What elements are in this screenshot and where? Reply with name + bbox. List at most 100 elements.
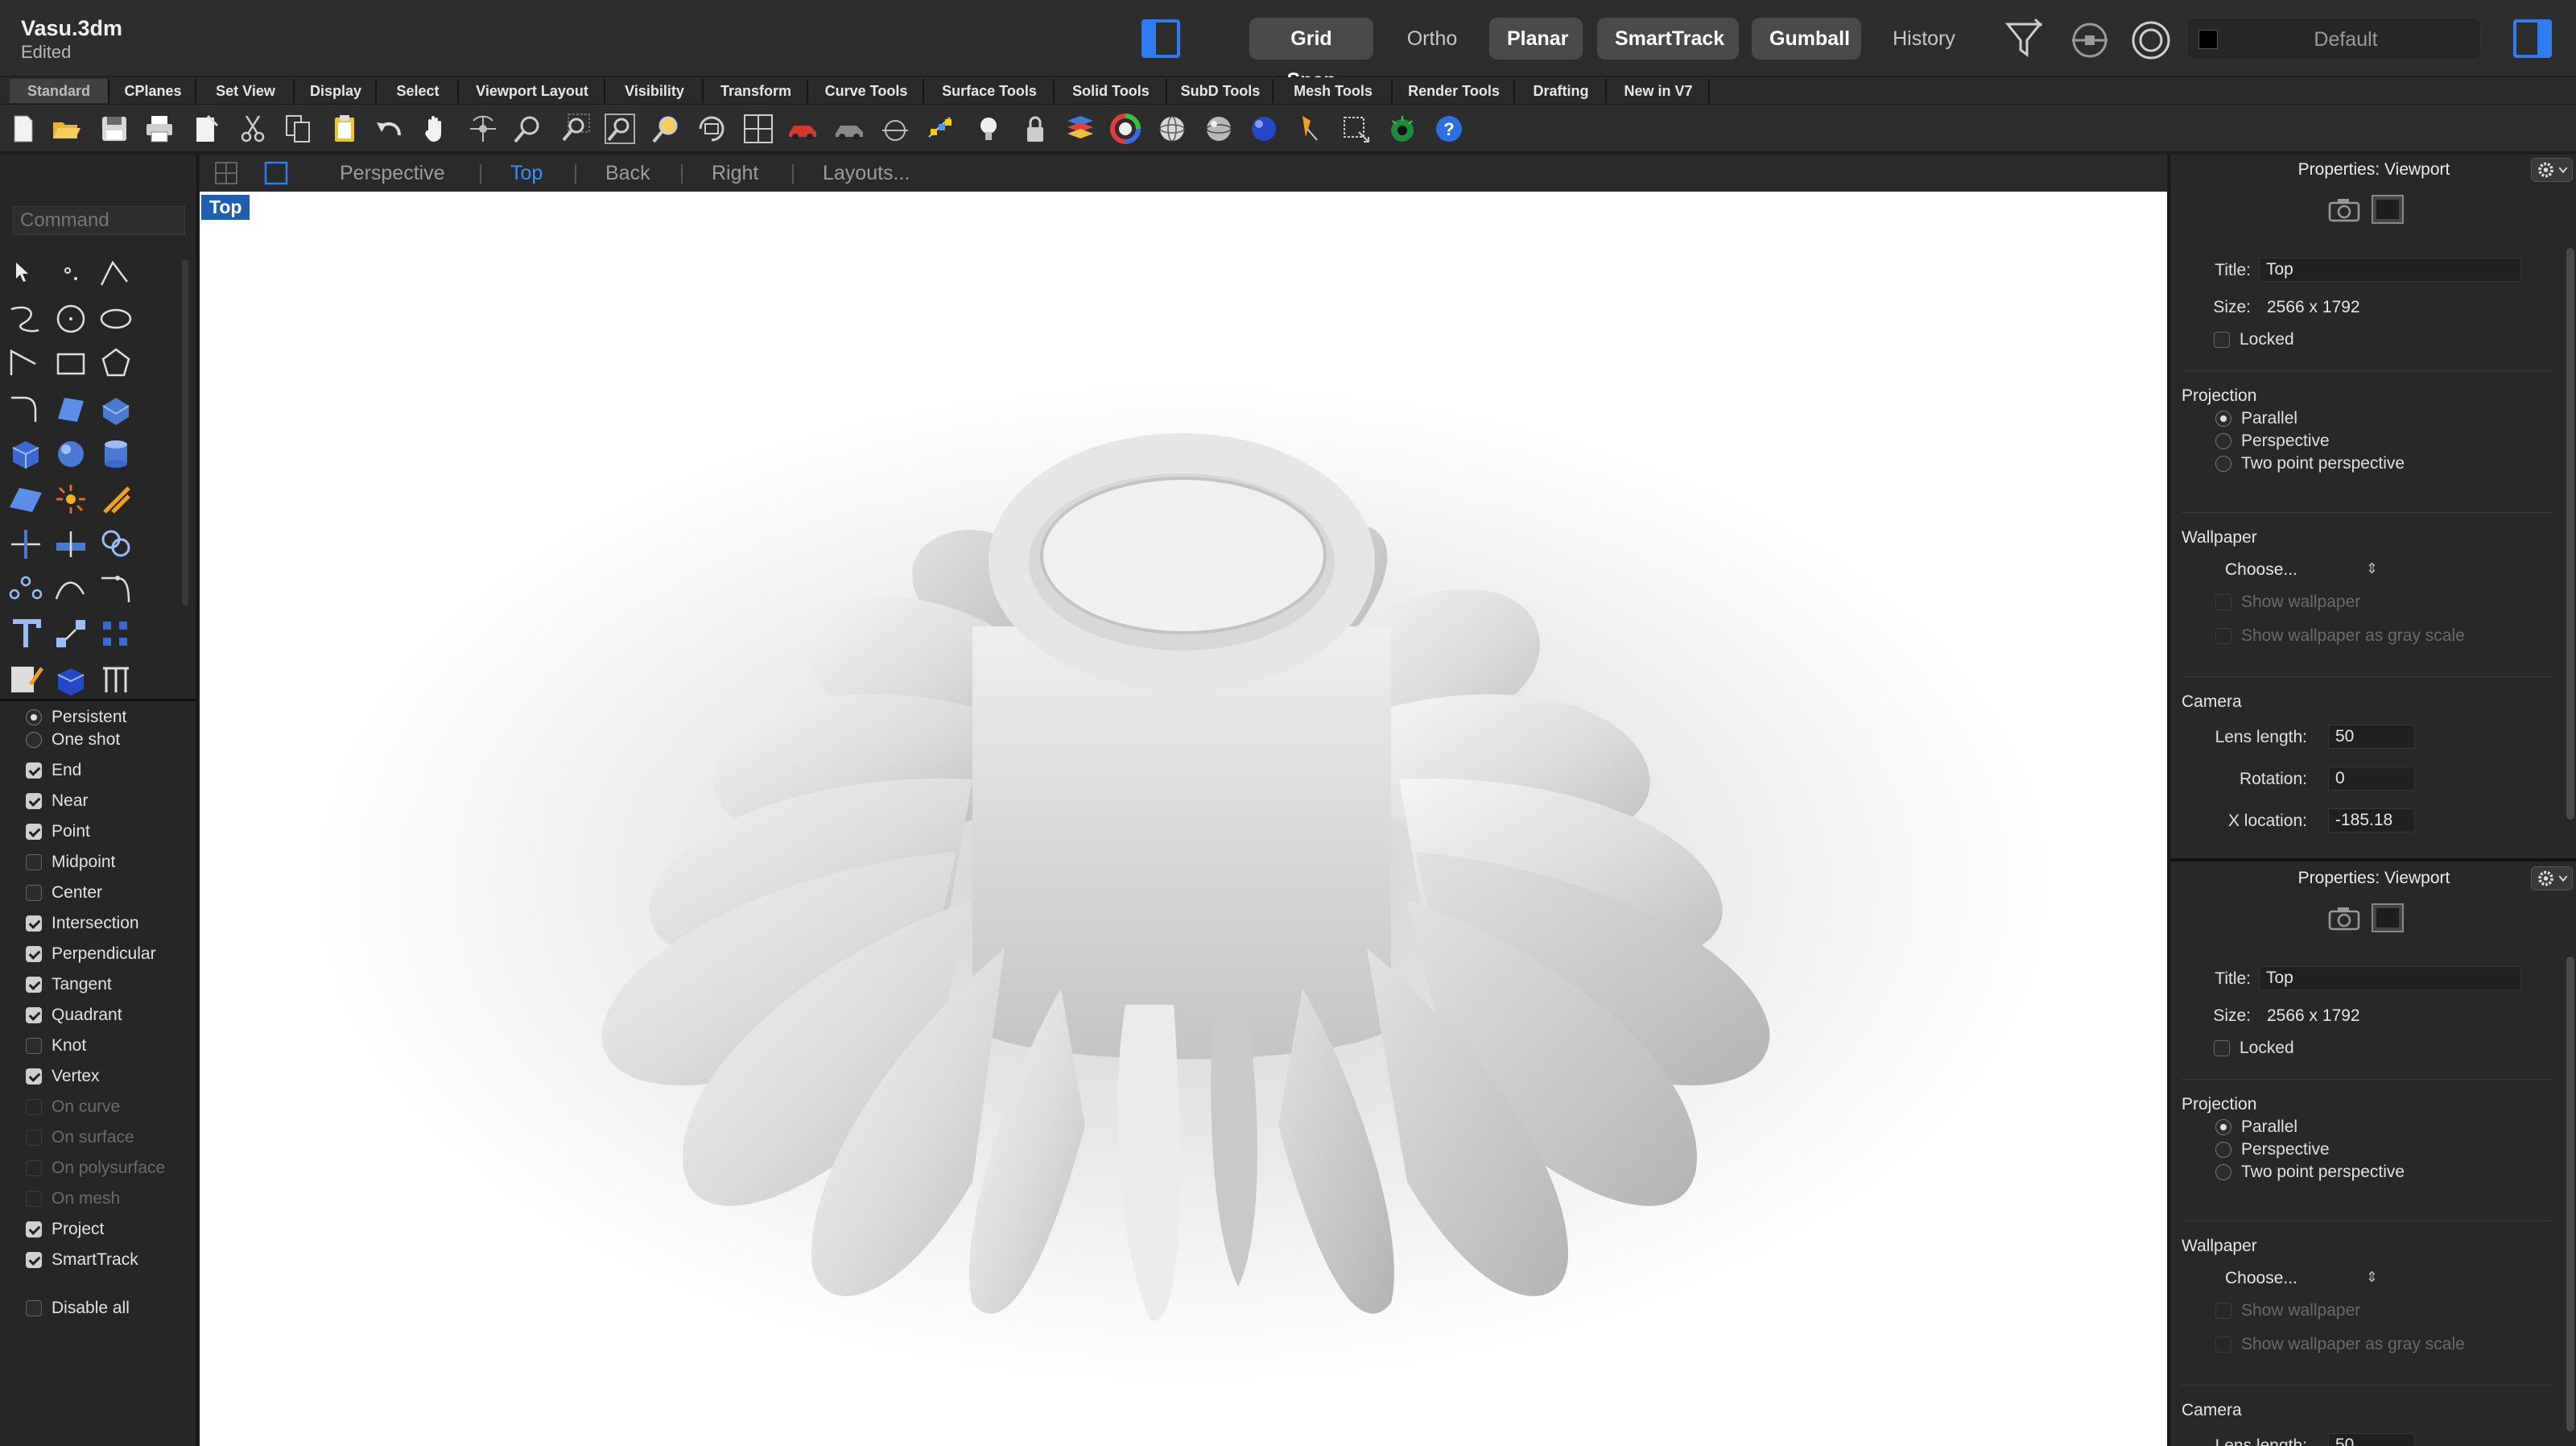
four-viewport-icon[interactable] bbox=[214, 161, 238, 185]
osnap-option-smarttrack[interactable]: SmartTrack bbox=[26, 1246, 138, 1274]
projection-two-point-option[interactable]: Two point perspective bbox=[2215, 1163, 2405, 1182]
tab-render-tools[interactable]: Render Tools bbox=[1394, 79, 1515, 103]
gear-icon[interactable] bbox=[2531, 866, 2573, 890]
control-points-icon[interactable] bbox=[6, 570, 45, 609]
block-icon[interactable] bbox=[52, 660, 90, 699]
transform-icon[interactable] bbox=[52, 615, 90, 654]
circle-icon[interactable] bbox=[52, 300, 90, 338]
osnap-checkbox[interactable] bbox=[26, 762, 42, 779]
polygon-icon[interactable] bbox=[97, 345, 135, 383]
title-field[interactable]: Top bbox=[2259, 258, 2521, 282]
palette-scrollbar[interactable] bbox=[182, 259, 188, 605]
new-icon[interactable] bbox=[6, 113, 39, 145]
paste-doc-icon[interactable] bbox=[190, 113, 222, 145]
tab-select[interactable]: Select bbox=[378, 79, 459, 103]
viewport-tab-perspective[interactable]: Perspective bbox=[340, 155, 445, 192]
sphere-shaded-icon[interactable] bbox=[1203, 113, 1235, 145]
tab-surface-tools[interactable]: Surface Tools bbox=[926, 79, 1055, 103]
tab-drafting[interactable]: Drafting bbox=[1517, 79, 1607, 103]
car-icon[interactable] bbox=[787, 113, 819, 145]
one-shot-radio[interactable] bbox=[26, 732, 42, 748]
lens-length-field[interactable]: 50 bbox=[2328, 1433, 2415, 1446]
osnap-option-end[interactable]: End bbox=[26, 757, 81, 784]
projection-parallel-option[interactable]: Parallel bbox=[2215, 1118, 2297, 1137]
gear-icon[interactable] bbox=[2531, 158, 2573, 182]
history-button[interactable]: History bbox=[1872, 18, 1975, 60]
osnap-option-quadrant[interactable]: Quadrant bbox=[26, 1002, 122, 1029]
tab-set-view[interactable]: Set View bbox=[198, 79, 295, 103]
save-icon[interactable] bbox=[98, 113, 130, 145]
print-icon[interactable] bbox=[143, 113, 175, 145]
title-field[interactable]: Top bbox=[2259, 966, 2521, 990]
viewport-tab-layouts[interactable]: Layouts... bbox=[823, 155, 910, 192]
osnap-option-near[interactable]: Near bbox=[26, 787, 89, 815]
viewport-tab-back[interactable]: Back bbox=[605, 155, 650, 192]
select-arrow-icon[interactable] bbox=[6, 254, 45, 293]
array-icon[interactable] bbox=[97, 615, 135, 654]
osnap-disable-all-option[interactable]: Disable all bbox=[26, 1295, 130, 1322]
extrude-surface-icon[interactable] bbox=[97, 390, 135, 428]
surface-corner-icon[interactable] bbox=[52, 390, 90, 428]
locked-option[interactable]: Locked bbox=[2214, 1039, 2294, 1058]
box-icon[interactable] bbox=[6, 435, 45, 473]
trim-icon[interactable] bbox=[6, 525, 45, 564]
camera-icon[interactable] bbox=[2326, 195, 2362, 224]
mesh-plane-icon[interactable] bbox=[6, 480, 45, 518]
locked-checkbox[interactable] bbox=[2214, 1040, 2230, 1056]
osnap-option-tangent[interactable]: Tangent bbox=[26, 971, 112, 998]
tab-viewport-layout[interactable]: Viewport Layout bbox=[460, 79, 605, 103]
tab-standard[interactable]: Standard bbox=[10, 79, 109, 103]
render-globe-icon[interactable] bbox=[1386, 113, 1418, 145]
viewport-tab-top[interactable]: Top bbox=[510, 155, 543, 192]
edit-curve-icon[interactable] bbox=[97, 570, 135, 609]
projection-perspective-option[interactable]: Perspective bbox=[2215, 1140, 2330, 1159]
zoom-window-icon[interactable] bbox=[559, 113, 591, 145]
grid-snap-button[interactable]: Grid Snap bbox=[1249, 18, 1373, 92]
copy-icon[interactable] bbox=[282, 113, 314, 145]
right-panel-toggle-icon[interactable] bbox=[2513, 19, 2552, 58]
osnap-option-point[interactable]: Point bbox=[26, 818, 90, 845]
osnap-checkbox[interactable] bbox=[26, 946, 42, 962]
command-input[interactable] bbox=[13, 206, 185, 235]
osnap-one-shot-option[interactable]: One shot bbox=[26, 726, 120, 754]
shaded-car-icon[interactable] bbox=[834, 113, 866, 145]
osnap-checkbox[interactable] bbox=[26, 1038, 42, 1054]
osnap-checkbox[interactable] bbox=[26, 885, 42, 901]
undo-icon[interactable] bbox=[374, 113, 406, 145]
group-icon[interactable] bbox=[97, 525, 135, 564]
lights-icon[interactable] bbox=[926, 113, 958, 145]
properties-scrollbar[interactable] bbox=[2566, 956, 2574, 1432]
help-icon[interactable]: ? bbox=[1433, 113, 1465, 145]
tab-mesh-tools[interactable]: Mesh Tools bbox=[1275, 79, 1393, 103]
locked-checkbox[interactable] bbox=[2214, 332, 2230, 348]
two-point-radio[interactable] bbox=[2215, 456, 2231, 472]
parallel-radio[interactable] bbox=[2215, 411, 2231, 427]
polyline-icon[interactable] bbox=[97, 254, 135, 293]
single-viewport-icon[interactable] bbox=[264, 161, 288, 185]
text-icon[interactable] bbox=[6, 615, 45, 654]
gumball-button[interactable]: Gumball bbox=[1752, 18, 1861, 60]
viewport-name-label[interactable]: Top bbox=[201, 195, 250, 220]
zoom-icon[interactable] bbox=[512, 113, 544, 145]
osnap-toggle-icon[interactable] bbox=[2070, 21, 2109, 60]
tab-visibility[interactable]: Visibility bbox=[607, 79, 704, 103]
osnap-option-knot[interactable]: Knot bbox=[26, 1032, 86, 1060]
osnap-checkbox[interactable] bbox=[26, 1221, 42, 1237]
dimension-icon[interactable] bbox=[1340, 113, 1372, 145]
panel-divider[interactable] bbox=[2170, 858, 2576, 861]
lens-length-field[interactable]: 50 bbox=[2328, 725, 2415, 749]
osnap-option-project[interactable]: Project bbox=[26, 1216, 104, 1243]
osnap-checkbox[interactable] bbox=[26, 1252, 42, 1268]
tab-subd-tools[interactable]: SubD Tools bbox=[1169, 79, 1274, 103]
tab-solid-tools[interactable]: Solid Tools bbox=[1056, 79, 1167, 103]
cylinder-icon[interactable] bbox=[97, 435, 135, 473]
viewport-canvas[interactable]: Top bbox=[200, 192, 2167, 1446]
wallpaper-choose-select[interactable]: Choose... ⇕ bbox=[2225, 1269, 2386, 1295]
two-point-radio[interactable] bbox=[2215, 1164, 2231, 1180]
open-icon[interactable] bbox=[50, 113, 82, 145]
osnap-checkbox[interactable] bbox=[26, 915, 42, 932]
record-history-icon[interactable] bbox=[2130, 19, 2172, 61]
osnap-checkbox[interactable] bbox=[26, 1068, 42, 1084]
rotation-field[interactable]: 0 bbox=[2328, 766, 2415, 791]
osnap-option-vertex[interactable]: Vertex bbox=[26, 1063, 100, 1090]
